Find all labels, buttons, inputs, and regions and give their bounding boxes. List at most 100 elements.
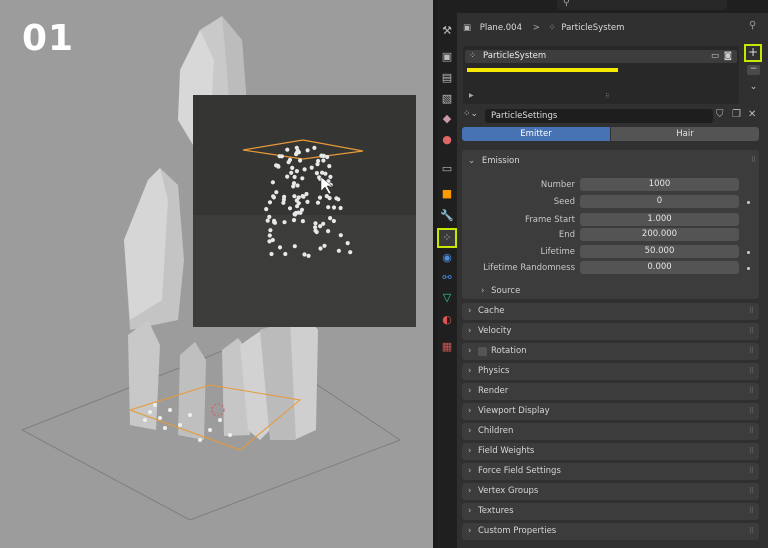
particle-dot: [296, 201, 301, 206]
frame-start-field[interactable]: 1.000: [580, 213, 739, 226]
3d-viewport[interactable]: 01: [0, 0, 433, 548]
display-viewport-icon[interactable]: ▭: [711, 50, 719, 63]
list-item-label: ParticleSystem: [483, 51, 547, 61]
particle-dot: [298, 158, 303, 163]
frame-end-field[interactable]: 200.000: [580, 228, 739, 241]
specials-dropdown-icon[interactable]: ⌄: [747, 82, 760, 94]
view-layer-icon[interactable]: ▧: [440, 92, 454, 106]
emission-header[interactable]: ⌄ Emission: [468, 156, 520, 166]
panel-rotation[interactable]: › Rotation ⠿: [462, 343, 759, 360]
chevron-down-icon: ⌄: [468, 156, 476, 166]
pin-icon[interactable]: ⚲: [749, 20, 756, 31]
panel-viewport-display[interactable]: › Viewport Display ⠿: [462, 403, 759, 420]
particle-dot: [320, 170, 325, 175]
particle-dot: [331, 205, 337, 210]
number-field[interactable]: 1000: [580, 178, 739, 191]
particle-dot: [336, 197, 341, 202]
seed-field[interactable]: 0: [580, 195, 739, 208]
panel-physics[interactable]: › Physics ⠿: [462, 363, 759, 380]
keyframe-dot[interactable]: [747, 251, 750, 254]
material-icon[interactable]: ◐: [440, 313, 454, 327]
breadcrumb-system[interactable]: ParticleSystem: [561, 23, 624, 33]
annotation-underline: [467, 68, 618, 72]
search-icon: ⚲: [563, 0, 570, 8]
particle-dot: [274, 190, 279, 195]
tab-emitter[interactable]: Emitter: [462, 127, 610, 141]
tool-icon[interactable]: ⚒: [440, 24, 454, 38]
chevron-right-icon: ›: [468, 386, 472, 396]
rotation-checkbox[interactable]: [478, 347, 487, 356]
constraints-icon[interactable]: ⚯: [440, 271, 454, 285]
unlink-icon[interactable]: ✕: [748, 109, 756, 120]
particle-dot: [274, 163, 279, 168]
particles-icon[interactable]: ⁘: [440, 231, 454, 245]
render-icon[interactable]: ▣: [440, 50, 454, 64]
lifetime-randomness-field[interactable]: 0.000: [580, 261, 739, 274]
add-particle-system-button[interactable]: +: [744, 44, 762, 62]
particle-dot: [285, 147, 290, 152]
properties-tab-bar: ⚒ ▣ ▤ ▧ ◆ ● ▭ ■ 🔧 ⁘ ◉ ⚯ ▽ ◐ ▦: [437, 0, 457, 548]
chevron-right-icon: ›: [468, 486, 472, 496]
modifier-icon[interactable]: 🔧: [440, 209, 454, 223]
particle-dot: [286, 160, 291, 165]
breadcrumb-object[interactable]: Plane.004: [480, 23, 522, 33]
properties-panel: ⚲ ▣ Plane.004 > ⁘ ParticleSystem ⚲ ⁘ Par…: [457, 0, 768, 548]
preview-inset: [193, 95, 416, 327]
panel-custom-properties[interactable]: › Custom Properties ⠿: [462, 523, 759, 540]
texture-icon[interactable]: ▦: [440, 340, 454, 354]
particle-dot: [302, 252, 307, 257]
particle-dot: [295, 183, 300, 188]
particle-dot: [292, 174, 297, 180]
panel-grip[interactable]: ⠿: [751, 156, 756, 164]
source-subpanel[interactable]: › Source: [481, 286, 520, 296]
particle-dot: [312, 145, 317, 150]
particle-dot: [322, 243, 327, 248]
duplicate-icon[interactable]: ❐: [732, 109, 741, 120]
field-label: Lifetime: [540, 247, 575, 257]
expand-arrow-icon[interactable]: ▶: [469, 92, 474, 99]
lifetime-field[interactable]: 50.000: [580, 245, 739, 258]
particle-dot: [313, 221, 318, 226]
render-camera-icon[interactable]: ◙: [724, 50, 732, 63]
chevron-right-icon: ›: [468, 466, 472, 476]
panel-velocity[interactable]: › Velocity ⠿: [462, 323, 759, 340]
particle-dot: [300, 219, 305, 224]
fake-user-shield-icon[interactable]: ⛉: [716, 109, 724, 120]
keyframe-dot[interactable]: [747, 267, 750, 270]
panel-children[interactable]: › Children ⠿: [462, 423, 759, 440]
physics-icon[interactable]: ◉: [440, 251, 454, 265]
particle-dot: [345, 241, 350, 246]
panel-render[interactable]: › Render ⠿: [462, 383, 759, 400]
panel-field-weights[interactable]: › Field Weights ⠿: [462, 443, 759, 460]
list-item[interactable]: ⁘ ParticleSystem ▭ ◙: [465, 50, 737, 63]
particle-settings-name[interactable]: ParticleSettings: [485, 109, 713, 123]
remove-particle-system-button[interactable]: −: [747, 65, 760, 75]
world-icon[interactable]: ●: [440, 133, 454, 147]
particle-dot: [328, 174, 333, 179]
search-field[interactable]: ⚲: [557, 0, 727, 10]
particle-dot: [295, 148, 300, 153]
particle-dot: [269, 251, 274, 257]
panel-vertex-groups[interactable]: › Vertex Groups ⠿: [462, 483, 759, 500]
chevron-right-icon: ›: [468, 326, 472, 336]
settings-type-icon[interactable]: ⁘⌄: [463, 109, 478, 119]
collection-icon[interactable]: ▭: [440, 162, 454, 176]
panel-textures[interactable]: › Textures ⠿: [462, 503, 759, 520]
tab-hair[interactable]: Hair: [611, 127, 759, 141]
object-icon[interactable]: ■: [440, 187, 454, 201]
particle-dot: [294, 169, 299, 174]
particle-dot: [270, 237, 275, 243]
particle-dot: [313, 225, 318, 230]
output-icon[interactable]: ▤: [440, 71, 454, 85]
particle-dot: [328, 216, 333, 221]
keyframe-dot[interactable]: [747, 201, 750, 204]
data-icon[interactable]: ▽: [440, 291, 454, 305]
scene-icon[interactable]: ◆: [440, 112, 454, 126]
panel-force-field-settings[interactable]: › Force Field Settings ⠿: [462, 463, 759, 480]
panel-cache[interactable]: › Cache ⠿: [462, 303, 759, 320]
particle-dot: [306, 253, 311, 258]
chevron-right-icon: ›: [468, 346, 472, 356]
particle-dot: [265, 218, 270, 223]
particle-dot: [264, 207, 269, 212]
resize-grip[interactable]: ⠿: [605, 93, 609, 100]
